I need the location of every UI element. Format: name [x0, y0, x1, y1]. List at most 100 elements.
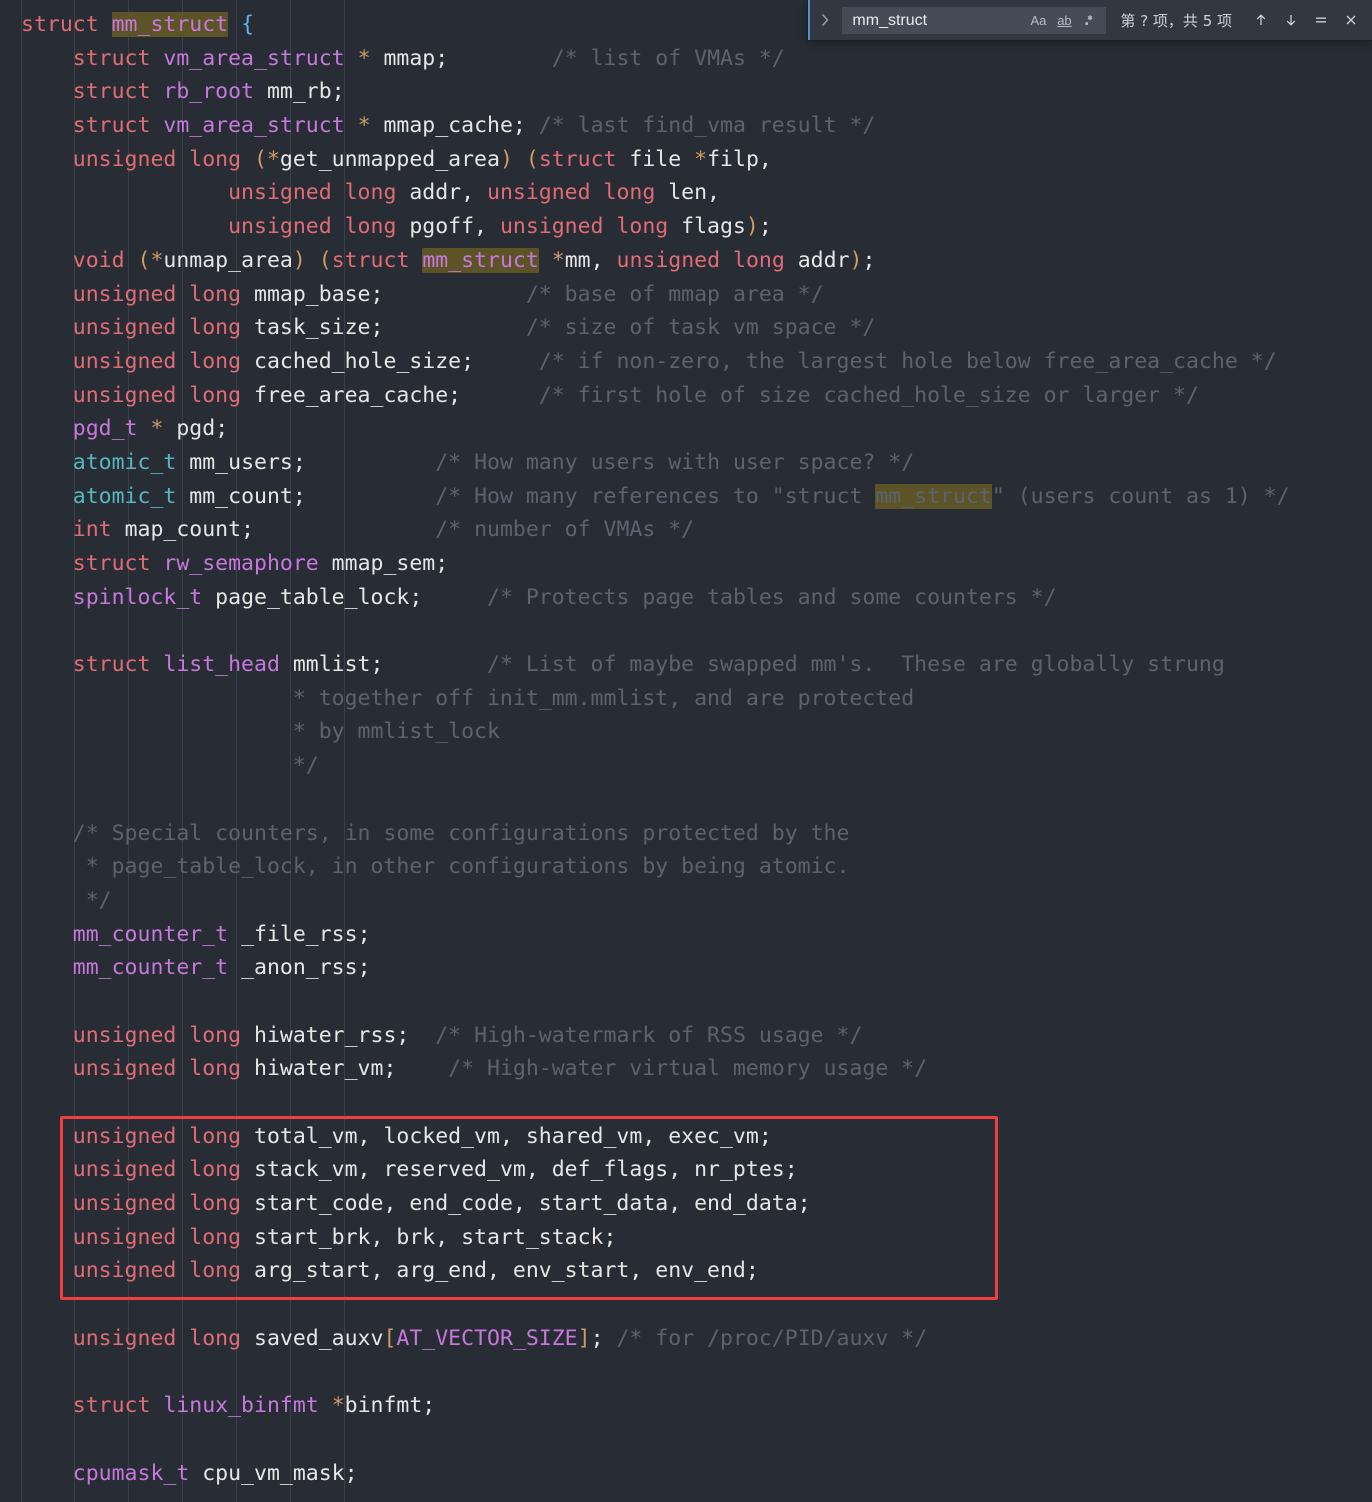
code-token: flags: [681, 214, 746, 240]
code-editor[interactable]: struct mm_struct { struct vm_area_struct…: [0, 0, 1372, 1502]
previous-match-button[interactable]: [1248, 7, 1274, 33]
code-token: /* number of VMAs */: [254, 517, 695, 543]
code-line[interactable]: [0, 614, 1372, 648]
match-case-icon[interactable]: Aa: [1026, 9, 1050, 31]
code-line[interactable]: unsigned long pgoff, unsigned long flags…: [0, 210, 1372, 244]
code-token: {: [241, 12, 255, 37]
code-line[interactable]: unsigned long start_brk, brk, start_stac…: [0, 1221, 1372, 1255]
code-token: mm_rb;: [254, 79, 345, 105]
code-token: rb_root: [163, 79, 254, 105]
code-line[interactable]: unsigned long cached_hole_size; /* if no…: [0, 345, 1372, 379]
code-token: (: [525, 146, 539, 172]
code-token: /* list of VMAs */: [448, 45, 785, 71]
code-line[interactable]: unsigned long task_size; /* size of task…: [0, 311, 1372, 345]
code-line[interactable]: int map_count; /* number of VMAs */: [0, 513, 1372, 547]
code-line[interactable]: */: [0, 749, 1372, 783]
find-actions[interactable]: [1248, 7, 1364, 33]
find-in-selection-button[interactable]: [1308, 7, 1334, 33]
code-line[interactable]: cpumask_t cpu_vm_mask;: [0, 1457, 1372, 1491]
code-token: /* if non-zero, the largest hole below f…: [474, 348, 1277, 374]
code-line[interactable]: * page_table_lock, in other configuratio…: [0, 850, 1372, 884]
code-token: _anon_rss;: [228, 955, 371, 981]
code-token: unsigned long: [499, 214, 682, 240]
code-token: _file_rss;: [228, 921, 371, 947]
code-token: struct: [21, 12, 112, 37]
code-token: struct: [331, 247, 423, 273]
code-token: /* for /proc/PID/auxv */: [603, 1325, 928, 1351]
find-widget[interactable]: mm_struct Aa ab 第 ? 项，共 5 项: [807, 0, 1372, 41]
code-token: unsigned long: [72, 315, 254, 341]
code-line[interactable]: struct list_head mmlist; /* List of mayb…: [0, 648, 1372, 682]
code-line[interactable]: /* Special counters, in some configurati…: [0, 817, 1372, 851]
code-line[interactable]: [0, 783, 1372, 817]
code-line[interactable]: spinlock_t page_table_lock; /* Protects …: [0, 581, 1372, 615]
code-token: map_count;: [124, 517, 255, 543]
code-line[interactable]: unsigned long free_area_cache; /* first …: [0, 379, 1372, 413]
search-input[interactable]: mm_struct: [852, 7, 1026, 34]
code-line[interactable]: * by mmlist_lock: [0, 715, 1372, 749]
code-line[interactable]: struct rb_root mm_rb;: [0, 75, 1372, 109]
code-line[interactable]: unsigned long mmap_base; /* base of mmap…: [0, 278, 1372, 312]
code-token: rw_semaphore: [163, 551, 319, 576]
code-line[interactable]: unsigned long start_code, end_code, star…: [0, 1187, 1372, 1221]
code-token: mm_struct: [111, 12, 229, 37]
code-line[interactable]: unsigned long saved_auxv[AT_VECTOR_SIZE]…: [0, 1322, 1372, 1356]
code-token: unsigned long: [72, 1022, 254, 1048]
next-match-button[interactable]: [1278, 7, 1304, 33]
code-line[interactable]: unsigned long stack_vm, reserved_vm, def…: [0, 1153, 1372, 1187]
code-token: /* base of mmap area */: [383, 281, 824, 307]
code-token: unsigned long: [72, 146, 254, 172]
code-line[interactable]: void (*unmap_area) (struct mm_struct *mm…: [0, 244, 1372, 278]
code-line[interactable]: mm_counter_t _anon_rss;: [0, 951, 1372, 985]
code-token: /* Special counters, in some configurati…: [21, 820, 850, 846]
code-line[interactable]: [0, 1086, 1372, 1120]
code-token: ;: [758, 214, 772, 240]
code-line[interactable]: atomic_t mm_users; /* How many users wit…: [0, 446, 1372, 480]
code-token: vm_area_struct: [163, 45, 345, 71]
match-whole-word-icon[interactable]: ab: [1052, 9, 1076, 31]
code-content[interactable]: struct mm_struct { struct vm_area_struct…: [0, 0, 1372, 1490]
code-line[interactable]: * together off init_mm.mmlist, and are p…: [0, 682, 1372, 716]
code-line[interactable]: [0, 1288, 1372, 1322]
code-token: /* How many users with user space? */: [305, 449, 915, 475]
code-line[interactable]: struct vm_area_struct * mmap; /* list of…: [0, 42, 1372, 76]
code-line[interactable]: [0, 985, 1372, 1019]
code-line[interactable]: */: [0, 884, 1372, 918]
code-token: page_table_lock;: [202, 584, 423, 610]
code-line[interactable]: [0, 1356, 1372, 1390]
code-token: unsigned long: [228, 180, 410, 206]
code-token: * together off init_mm.mmlist, and are p…: [21, 685, 915, 711]
code-line[interactable]: mm_counter_t _file_rss;: [0, 918, 1372, 952]
chevron-right-icon[interactable]: [814, 0, 836, 41]
code-line[interactable]: unsigned long total_vm, locked_vm, share…: [0, 1120, 1372, 1154]
code-line[interactable]: struct vm_area_struct * mmap_cache; /* l…: [0, 109, 1372, 143]
code-line[interactable]: atomic_t mm_count; /* How many reference…: [0, 480, 1372, 514]
code-line[interactable]: unsigned long arg_start, arg_end, env_st…: [0, 1254, 1372, 1288]
code-line[interactable]: [0, 1423, 1372, 1457]
code-line[interactable]: unsigned long hiwater_vm; /* High-water …: [0, 1052, 1372, 1086]
code-token: pgoff,: [409, 214, 500, 240]
code-line[interactable]: unsigned long (*get_unmapped_area) (stru…: [0, 143, 1372, 177]
code-token: unsigned long: [72, 1224, 254, 1250]
code-token: addr: [797, 247, 850, 273]
code-token: atomic_t: [72, 449, 177, 475]
code-line[interactable]: struct rw_semaphore mmap_sem;: [0, 547, 1372, 581]
code-token: * page_table_lock, in other configuratio…: [21, 854, 850, 880]
code-line[interactable]: unsigned long hiwater_rss; /* High-water…: [0, 1019, 1372, 1053]
code-line[interactable]: pgd_t * pgd;: [0, 412, 1372, 446]
code-line[interactable]: unsigned long addr, unsigned long len,: [0, 176, 1372, 210]
find-options[interactable]: Aa ab: [1026, 9, 1102, 31]
code-line[interactable]: struct linux_binfmt *binfmt;: [0, 1389, 1372, 1423]
code-token: hiwater_rss;: [254, 1022, 410, 1048]
use-regex-icon[interactable]: [1078, 9, 1102, 31]
find-input-wrapper[interactable]: mm_struct Aa ab: [842, 6, 1107, 34]
close-find-button[interactable]: [1338, 7, 1364, 33]
